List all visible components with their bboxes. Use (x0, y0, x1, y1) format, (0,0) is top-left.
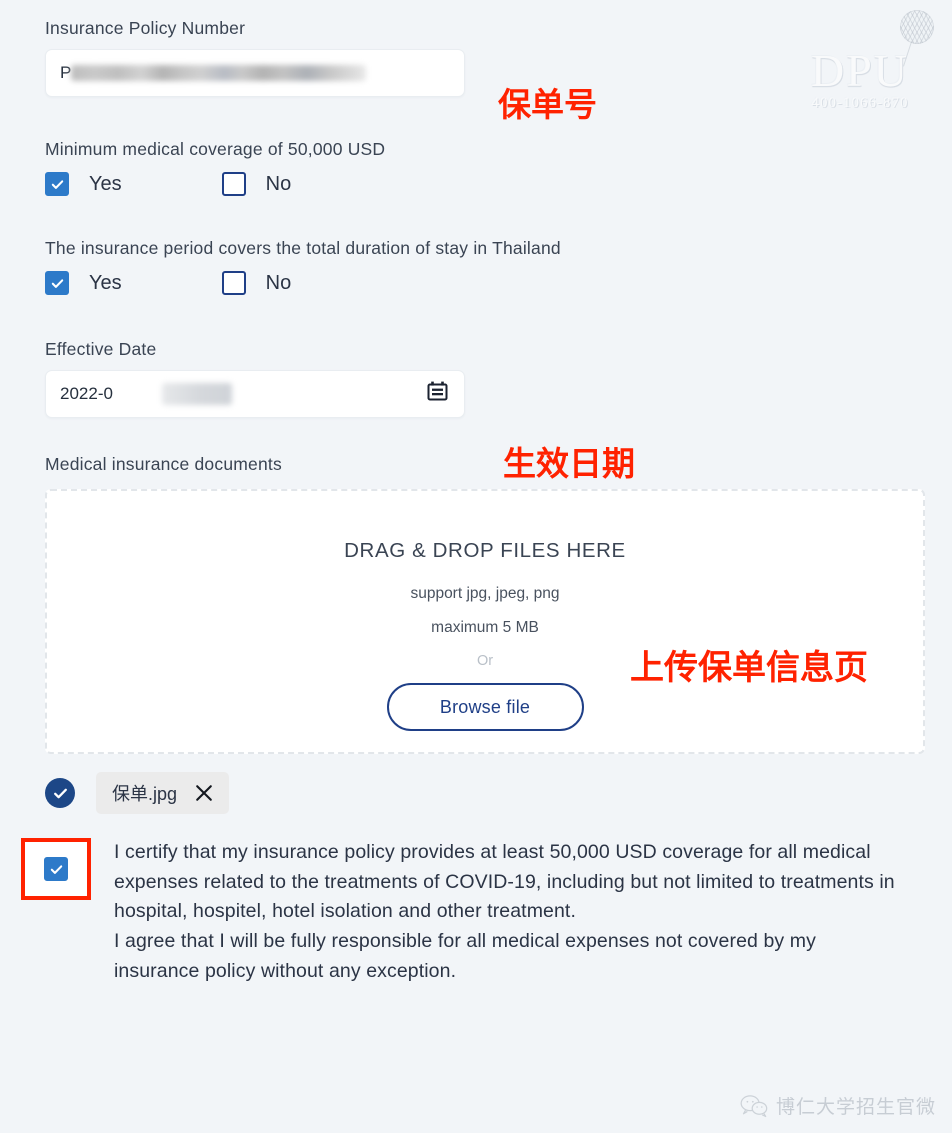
certification-paragraph-2: I agree that I will be fully responsible… (114, 929, 816, 982)
period-yes-checkbox[interactable] (45, 271, 69, 295)
period-yes-label: Yes (89, 271, 122, 294)
remove-file-icon[interactable] (195, 784, 213, 802)
calendar-icon[interactable] (427, 381, 448, 407)
policy-number-input[interactable]: P (45, 49, 465, 97)
insurance-form-page: DPU 400-1066-870 博仁大学招生官微 Insurance Poli… (0, 0, 952, 1133)
period-no-checkbox[interactable] (221, 271, 246, 295)
coverage-choice-row: Yes No (45, 172, 925, 196)
coverage-yes-checkbox[interactable] (45, 172, 69, 196)
period-option-no[interactable]: No (221, 271, 292, 295)
uploaded-file-row: 保单.jpg (45, 772, 925, 814)
coverage-no-checkbox[interactable] (221, 172, 246, 196)
dropzone-supported-formats: support jpg, jpeg, png (410, 585, 560, 602)
period-option-yes[interactable]: Yes (45, 271, 122, 295)
policy-number-label: Insurance Policy Number (45, 18, 246, 38)
certification-paragraph-1: I certify that my insurance policy provi… (114, 841, 895, 923)
insurance-form: Insurance Policy Number P Minimum medica… (21, 18, 925, 986)
certification-checkbox-highlight (21, 838, 91, 900)
coverage-no-label: No (265, 172, 292, 195)
period-question-group: The insurance period covers the total du… (45, 238, 925, 295)
effective-date-field-group: Effective Date 2022-0 (45, 339, 925, 418)
certification-text: I certify that my insurance policy provi… (114, 838, 904, 986)
browse-file-button[interactable]: Browse file (386, 683, 584, 731)
dropzone-max-size: maximum 5 MB (431, 619, 539, 636)
check-circle-icon (45, 778, 75, 808)
period-no-label: No (265, 271, 292, 294)
annotation-effective-date: 生效日期 (503, 445, 635, 482)
effective-date-input[interactable]: 2022-0 (45, 370, 465, 418)
coverage-question-label: Minimum medical coverage of 50,000 USD (45, 139, 386, 159)
annotation-upload-documents: 上传保单信息页 (630, 649, 868, 687)
certification-row: I certify that my insurance policy provi… (21, 838, 925, 986)
documents-label: Medical insurance documents (45, 454, 282, 474)
dropzone-title: DRAG & DROP FILES HERE (344, 539, 626, 562)
uploaded-file-name: 保单.jpg (112, 784, 178, 804)
file-dropzone[interactable]: DRAG & DROP FILES HERE support jpg, jpeg… (45, 489, 925, 754)
dropzone-or-text: Or (476, 653, 494, 669)
policy-number-field-group: Insurance Policy Number P (45, 18, 925, 97)
annotation-policy-number: 保单号 (498, 86, 597, 123)
certification-checkbox[interactable] (44, 857, 68, 881)
policy-number-redaction (71, 65, 366, 81)
coverage-yes-label: Yes (89, 172, 122, 195)
wechat-account-name: 博仁大学招生官微 (775, 1097, 936, 1118)
documents-field-group: Medical insurance documents DRAG & DROP … (45, 454, 925, 754)
effective-date-value: 2022-0 (60, 384, 113, 403)
wechat-icon (740, 1094, 768, 1118)
coverage-option-no[interactable]: No (221, 172, 292, 196)
coverage-option-yes[interactable]: Yes (45, 172, 122, 196)
policy-number-value: P (60, 63, 72, 82)
wechat-watermark: 博仁大学招生官微 (740, 1092, 936, 1119)
period-choice-row: Yes No (45, 271, 925, 295)
uploaded-file-chip: 保单.jpg (96, 772, 230, 814)
effective-date-label: Effective Date (45, 339, 157, 359)
effective-date-redaction (162, 383, 232, 405)
coverage-question-group: Minimum medical coverage of 50,000 USD Y… (45, 139, 925, 196)
period-question-label: The insurance period covers the total du… (45, 238, 561, 258)
